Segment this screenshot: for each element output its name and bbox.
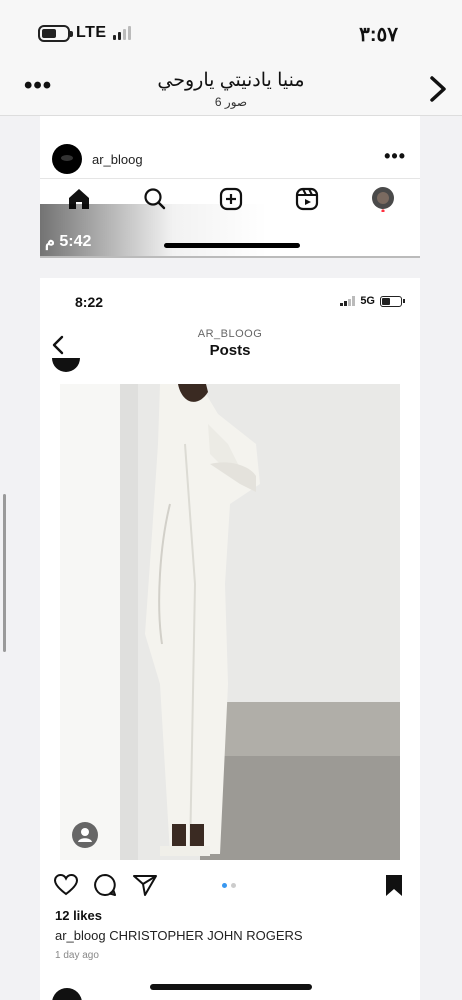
post-time: 1 day ago	[55, 950, 99, 961]
caption-text: CHRISTOPHER JOHN ROGERS	[109, 928, 303, 943]
status-bar: LTE ٣:٥٧	[0, 0, 462, 62]
separator	[40, 256, 420, 258]
page-title: Posts	[209, 342, 251, 359]
album-nav-bar: ••• منيا يادنيتي ياروحي 6 صور	[0, 62, 462, 116]
photo-card-2[interactable]: 8:22 5G AR_BLOOG Posts 12 likes ar_bloog…	[40, 278, 420, 1000]
network-type: 5G	[360, 295, 375, 307]
carousel-dots	[222, 883, 236, 888]
signal-icon	[340, 296, 356, 306]
scrollbar[interactable]	[3, 494, 6, 652]
like-count[interactable]: 12 likes	[55, 908, 102, 923]
home-indicator	[164, 243, 300, 248]
album-title: منيا يادنيتي ياروحي	[157, 70, 305, 91]
post-image[interactable]	[60, 384, 400, 860]
inner-clock: 8:22	[75, 294, 104, 310]
screenshot-time: 5:42 م	[45, 233, 92, 250]
avatar[interactable]	[52, 144, 82, 174]
bookmark-icon[interactable]	[381, 872, 407, 898]
avatar	[52, 358, 80, 372]
inner-status-indicators: 5G	[340, 295, 405, 307]
network-type: LTE	[76, 24, 107, 41]
tagged-user-icon[interactable]	[72, 822, 98, 848]
status-indicators: LTE	[38, 24, 131, 42]
post-header: ar_bloog •••	[40, 144, 420, 180]
fashion-photo	[60, 384, 400, 860]
screenshot-shade	[40, 204, 420, 256]
photo-count: 6 صور	[214, 95, 248, 109]
home-indicator[interactable]	[150, 984, 312, 990]
profile-name: AR_BLOOG	[197, 328, 263, 340]
battery-icon	[38, 24, 73, 42]
post-more-button[interactable]: •••	[384, 146, 406, 167]
chevron-right-icon[interactable]	[426, 74, 450, 104]
battery-icon	[380, 295, 405, 307]
divider	[40, 178, 420, 179]
comment-icon[interactable]	[92, 872, 118, 898]
avatar	[52, 988, 82, 1000]
photo-card-1[interactable]: ar_bloog ••• 5:42 م	[40, 116, 420, 256]
share-icon[interactable]	[132, 872, 158, 898]
post-actions	[40, 870, 420, 900]
post-caption: ar_bloog CHRISTOPHER JOHN ROGERS	[55, 928, 303, 943]
caption-username[interactable]: ar_bloog	[55, 928, 106, 943]
post-username[interactable]: ar_bloog	[92, 152, 143, 167]
clock: ٣:٥٧	[359, 24, 398, 46]
signal-icon	[112, 26, 131, 40]
heart-icon[interactable]	[53, 872, 79, 898]
